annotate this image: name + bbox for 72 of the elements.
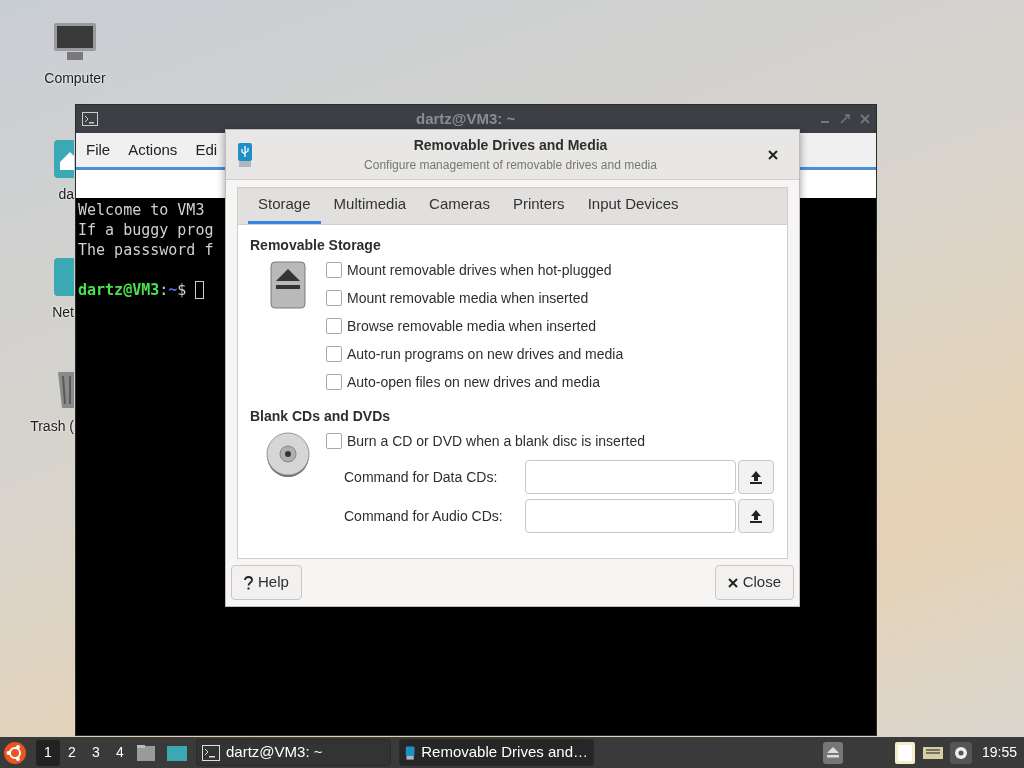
terminal-icon [82, 112, 98, 126]
field-label: Command for Data CDs: [344, 467, 499, 487]
tab[interactable]: Cameras [419, 188, 500, 224]
workspace-button[interactable]: 1 [36, 739, 60, 766]
close-icon[interactable] [767, 148, 779, 161]
dialog-title: Removable Drives and Media [413, 136, 608, 155]
menu-item[interactable]: File [86, 138, 111, 162]
terminal-line: The passsword f [78, 240, 214, 260]
checkbox[interactable] [326, 290, 342, 306]
close-button[interactable]: Close [714, 565, 794, 600]
upload-icon [750, 509, 762, 523]
tab[interactable]: Printers [502, 188, 575, 224]
eject-icon [270, 261, 306, 309]
command-field[interactable] [525, 460, 736, 494]
help-button[interactable]: Help [231, 565, 302, 600]
maximize-icon[interactable] [840, 114, 850, 124]
desktop-icon-label[interactable]: Net [52, 302, 74, 323]
checkbox[interactable] [326, 318, 342, 334]
menu-item[interactable]: Actions [128, 138, 178, 162]
browse-button[interactable] [738, 499, 774, 533]
checkbox-label: Browse removable media when inserted [347, 316, 596, 336]
checkbox[interactable] [326, 433, 342, 449]
checkbox-label: Mount removable media when inserted [347, 288, 589, 308]
window-icon[interactable] [166, 743, 188, 762]
taskbar-task[interactable]: Removable Drives and… [399, 739, 594, 766]
home-folder-icon [54, 138, 74, 178]
workspace-button[interactable]: 3 [84, 739, 108, 766]
app-menu-icon[interactable] [3, 740, 27, 765]
checkbox[interactable] [326, 346, 342, 362]
dialog-subtitle: Configure management of removable drives and media [364, 157, 657, 174]
browse-button[interactable] [738, 460, 774, 494]
prompt-separator: : [159, 280, 169, 300]
command-field[interactable] [525, 499, 736, 533]
menu-item[interactable]: Edi [195, 138, 218, 162]
tab[interactable]: Storage [248, 188, 321, 224]
desktop-icon-label[interactable]: Trash ( [30, 416, 74, 437]
checkbox[interactable] [326, 262, 342, 278]
close-icon [727, 577, 738, 588]
window-title: dartz@VM3: ~ [416, 108, 516, 129]
settings-icon[interactable] [949, 741, 972, 764]
workspace-button[interactable]: 2 [60, 739, 84, 766]
monitor-icon [53, 22, 97, 62]
clock: 19:55 [980, 743, 1018, 762]
terminal-icon [202, 744, 220, 761]
usb-drive-icon [236, 141, 254, 168]
desktop-icon-label[interactable]: Computer [44, 68, 106, 89]
checkbox-label: Burn a CD or DVD when a blank disc is inserted [347, 431, 646, 451]
file-manager-icon[interactable] [136, 743, 156, 762]
terminal-line: Welcome to VM3 [78, 200, 205, 220]
upload-icon [750, 470, 762, 484]
field-label: Command for Audio CDs: [344, 506, 504, 526]
disc-icon [265, 432, 311, 478]
prompt-symbol: $ [177, 280, 187, 300]
text-cursor [195, 281, 205, 299]
tab[interactable]: Multimedia [323, 188, 417, 224]
desktop-icon-label[interactable]: da [58, 184, 74, 205]
eject-icon[interactable] [822, 741, 843, 764]
checkbox-label: Auto-open files on new drives and media [347, 372, 600, 392]
section-heading: Removable Storage [250, 236, 382, 255]
checkbox[interactable] [326, 374, 342, 390]
section-heading: Blank CDs and DVDs [250, 407, 392, 426]
tab[interactable]: Input Devices [577, 188, 689, 224]
workspace-button[interactable]: 4 [108, 739, 132, 766]
notes-icon[interactable] [893, 740, 916, 765]
checkbox-label: Mount removable drives when hot-plugged [347, 260, 612, 280]
taskbar-task[interactable]: dartz@VM3: ~ [196, 739, 391, 766]
prompt-path: ~ [168, 280, 178, 300]
prompt-user: dartz@VM3 [78, 280, 160, 300]
checkbox-label: Auto-run programs on new drives and media [347, 344, 624, 364]
folder-icon [54, 256, 74, 296]
terminal-line: If a buggy prog [78, 220, 214, 240]
question-icon [244, 575, 253, 590]
